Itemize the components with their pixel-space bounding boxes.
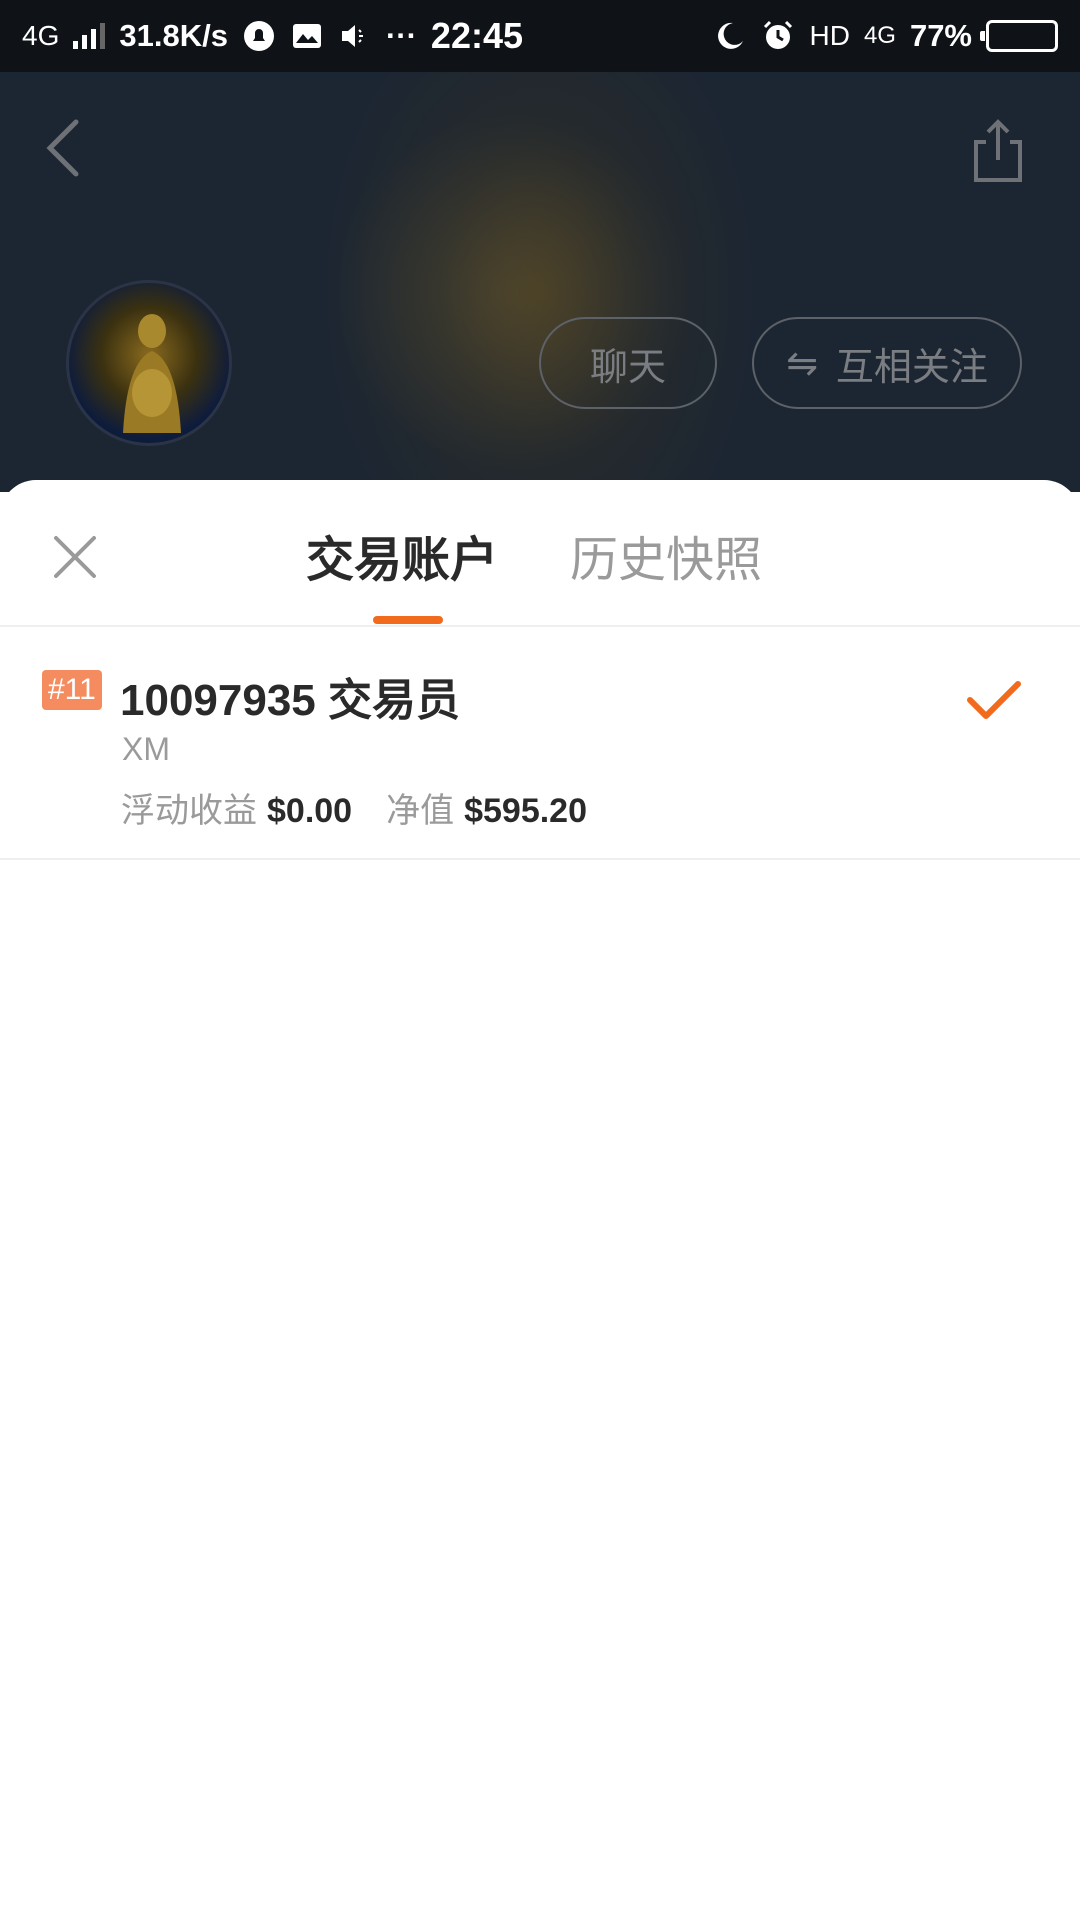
account-sheet: 交易账户 历史快照 #11 10097935 交易员 XM 浮动收益 $0.00… [0,480,1080,1920]
alarm-icon [764,20,793,49]
network-type: 4G [22,20,60,51]
network-speed: 31.8K/s [119,18,228,53]
account-title: 10097935 交易员 [120,676,460,725]
mutual-follow-button[interactable]: ⇋ 互相关注 [752,317,1022,409]
tab-trading-account[interactable]: 交易账户 [306,520,498,590]
chat-label: 聊天 [589,344,666,389]
divider [0,625,1080,627]
mutual-follow-label: 互相关注 [835,344,988,389]
mutual-follow-icon: ⇋ [786,341,818,385]
notification-bell-icon [243,21,274,51]
share-icon[interactable] [968,116,1028,186]
account-stats: 浮动收益 $0.00 净值 $595.20 [121,783,587,832]
account-list-item[interactable]: #11 10097935 交易员 XM 浮动收益 $0.00 净值 $595.2… [0,628,1080,860]
network-type-right: 4G [863,22,896,49]
battery-icon [980,20,1058,52]
gallery-icon [292,24,321,48]
more-notifications: ··· [385,18,417,53]
account-broker: XM [122,731,170,767]
battery-percent: 77% [909,18,972,53]
status-bar: 4G 31.8K/s ··· 22:45 HD 4G 77% [0,0,1080,72]
selected-check-icon [967,681,1021,719]
profile-header: 聊天 ⇋ 互相关注 [0,72,1080,492]
floating-pnl-label: 浮动收益 [121,791,257,831]
vibrate-icon [341,25,363,47]
back-arrow-icon[interactable] [36,112,96,182]
active-tab-indicator [373,616,443,624]
signal-icon [73,23,106,49]
buddha-image [123,314,181,433]
tab-history-snapshot[interactable]: 历史快照 [570,520,762,590]
rank-badge: #11 [42,670,102,710]
avatar[interactable] [66,280,232,446]
close-icon[interactable] [50,532,100,582]
hd-indicator: HD [809,20,850,51]
chat-button[interactable]: 聊天 [539,317,717,409]
equity-label: 净值 [386,791,455,831]
clock: 22:45 [430,15,523,56]
moon-icon [718,22,744,49]
equity-value: $595.20 [464,792,587,830]
floating-pnl-value: $0.00 [267,792,353,830]
